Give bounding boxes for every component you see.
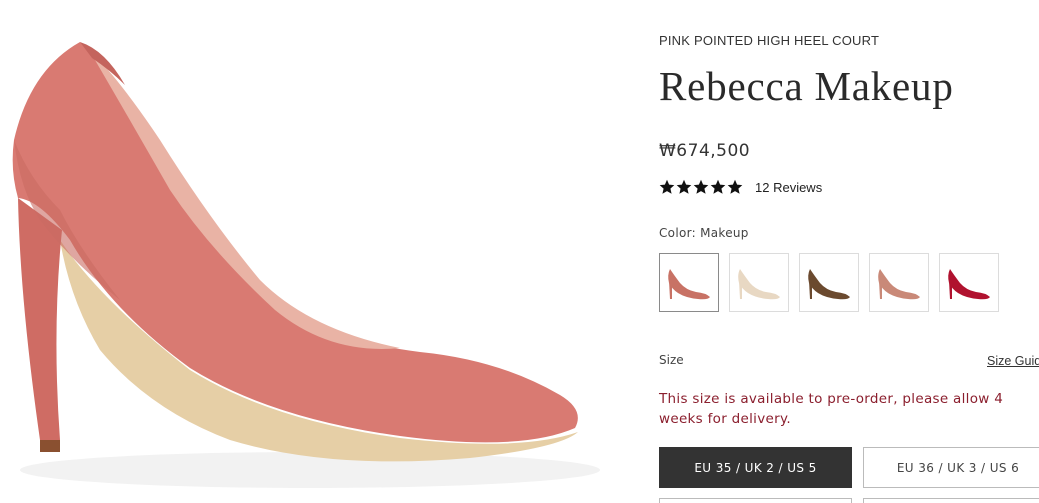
star-icon [659, 179, 675, 194]
size-option-row2-left[interactable] [659, 498, 852, 503]
product-title: Rebecca Makeup [659, 63, 954, 109]
size-header: Size Size Guide [659, 353, 1039, 371]
reviews-link[interactable]: 12 Reviews [755, 180, 822, 195]
color-swatches [659, 253, 999, 312]
shoe-thumbnail-icon [808, 268, 850, 299]
product-price: ₩674,500 [659, 141, 751, 161]
color-label: Color: Makeup [659, 226, 749, 240]
size-guide-link[interactable]: Size Guide [987, 354, 1039, 368]
preorder-notice: This size is available to pre-order, ple… [659, 391, 1004, 427]
product-category: PINK POINTED HIGH HEEL COURT [659, 33, 880, 48]
star-icon [727, 179, 743, 194]
shoe-thumbnail-icon [738, 268, 780, 299]
star-icon [693, 179, 709, 194]
rating-row: 12 Reviews [659, 179, 822, 195]
color-swatch-1[interactable] [659, 253, 719, 312]
size-option-eu35[interactable]: EU 35 / UK 2 / US 5 [659, 447, 852, 488]
color-swatch-3[interactable] [799, 253, 859, 312]
size-label: Size [659, 353, 684, 367]
star-rating [659, 179, 743, 195]
product-info-panel: PINK POINTED HIGH HEEL COURT Rebecca Mak… [659, 0, 1039, 503]
color-swatch-5[interactable] [939, 253, 999, 312]
shoe-thumbnail-icon [948, 268, 990, 299]
size-option-eu36[interactable]: EU 36 / UK 3 / US 6 [863, 447, 1039, 488]
color-swatch-2[interactable] [729, 253, 789, 312]
star-icon [710, 179, 726, 194]
shoe-thumbnail-icon [668, 268, 710, 299]
product-page: PINK POINTED HIGH HEEL COURT Rebecca Mak… [0, 0, 1039, 503]
product-image [0, 0, 620, 503]
shoe-illustration [12, 42, 600, 488]
color-swatch-4[interactable] [869, 253, 929, 312]
size-option-row2-right[interactable] [863, 498, 1039, 503]
star-icon [676, 179, 692, 194]
shoe-thumbnail-icon [878, 268, 920, 299]
